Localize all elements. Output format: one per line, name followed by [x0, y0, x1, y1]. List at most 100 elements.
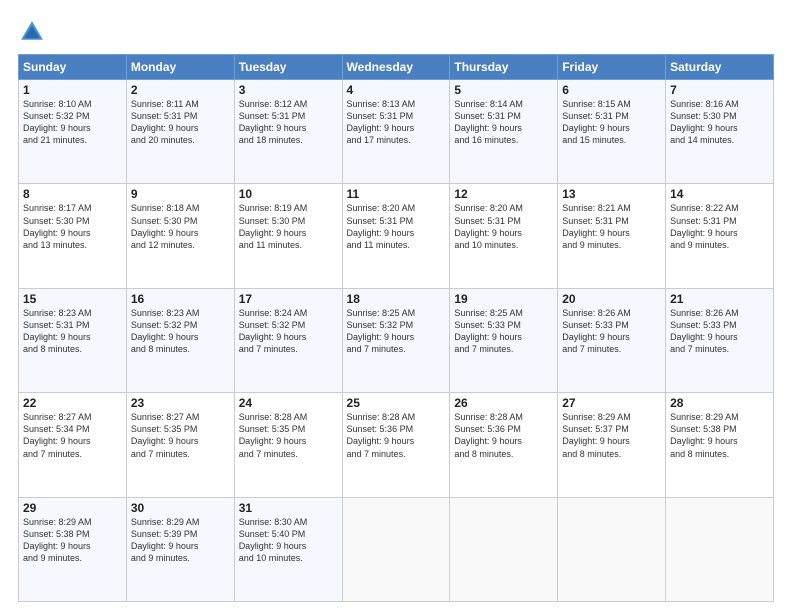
day-number: 2 [131, 83, 230, 97]
day-info: Sunrise: 8:24 AM Sunset: 5:32 PM Dayligh… [239, 307, 338, 356]
day-cell: 29Sunrise: 8:29 AM Sunset: 5:38 PM Dayli… [19, 497, 127, 601]
day-number: 6 [562, 83, 661, 97]
day-number: 3 [239, 83, 338, 97]
day-number: 16 [131, 292, 230, 306]
day-info: Sunrise: 8:23 AM Sunset: 5:32 PM Dayligh… [131, 307, 230, 356]
header [18, 18, 774, 46]
day-info: Sunrise: 8:27 AM Sunset: 5:34 PM Dayligh… [23, 411, 122, 460]
day-cell [666, 497, 774, 601]
day-cell: 11Sunrise: 8:20 AM Sunset: 5:31 PM Dayli… [342, 184, 450, 288]
day-number: 5 [454, 83, 553, 97]
week-row-3: 15Sunrise: 8:23 AM Sunset: 5:31 PM Dayli… [19, 288, 774, 392]
day-info: Sunrise: 8:30 AM Sunset: 5:40 PM Dayligh… [239, 516, 338, 565]
day-info: Sunrise: 8:26 AM Sunset: 5:33 PM Dayligh… [562, 307, 661, 356]
day-cell [450, 497, 558, 601]
week-row-5: 29Sunrise: 8:29 AM Sunset: 5:38 PM Dayli… [19, 497, 774, 601]
day-number: 24 [239, 396, 338, 410]
day-cell: 1Sunrise: 8:10 AM Sunset: 5:32 PM Daylig… [19, 80, 127, 184]
day-number: 20 [562, 292, 661, 306]
day-info: Sunrise: 8:28 AM Sunset: 5:35 PM Dayligh… [239, 411, 338, 460]
day-number: 17 [239, 292, 338, 306]
day-cell: 27Sunrise: 8:29 AM Sunset: 5:37 PM Dayli… [558, 393, 666, 497]
day-number: 31 [239, 501, 338, 515]
day-cell: 14Sunrise: 8:22 AM Sunset: 5:31 PM Dayli… [666, 184, 774, 288]
day-number: 22 [23, 396, 122, 410]
header-row: Sunday Monday Tuesday Wednesday Thursday… [19, 55, 774, 80]
day-info: Sunrise: 8:21 AM Sunset: 5:31 PM Dayligh… [562, 202, 661, 251]
page: Sunday Monday Tuesday Wednesday Thursday… [0, 0, 792, 612]
day-cell: 30Sunrise: 8:29 AM Sunset: 5:39 PM Dayli… [126, 497, 234, 601]
day-cell: 25Sunrise: 8:28 AM Sunset: 5:36 PM Dayli… [342, 393, 450, 497]
day-number: 27 [562, 396, 661, 410]
day-info: Sunrise: 8:13 AM Sunset: 5:31 PM Dayligh… [347, 98, 446, 147]
day-number: 12 [454, 187, 553, 201]
day-number: 11 [347, 187, 446, 201]
col-friday: Friday [558, 55, 666, 80]
day-cell: 17Sunrise: 8:24 AM Sunset: 5:32 PM Dayli… [234, 288, 342, 392]
col-thursday: Thursday [450, 55, 558, 80]
day-info: Sunrise: 8:25 AM Sunset: 5:32 PM Dayligh… [347, 307, 446, 356]
day-info: Sunrise: 8:12 AM Sunset: 5:31 PM Dayligh… [239, 98, 338, 147]
day-cell: 19Sunrise: 8:25 AM Sunset: 5:33 PM Dayli… [450, 288, 558, 392]
week-row-2: 8Sunrise: 8:17 AM Sunset: 5:30 PM Daylig… [19, 184, 774, 288]
col-saturday: Saturday [666, 55, 774, 80]
day-number: 21 [670, 292, 769, 306]
day-number: 29 [23, 501, 122, 515]
day-cell [558, 497, 666, 601]
day-number: 15 [23, 292, 122, 306]
day-number: 7 [670, 83, 769, 97]
day-cell: 3Sunrise: 8:12 AM Sunset: 5:31 PM Daylig… [234, 80, 342, 184]
day-number: 23 [131, 396, 230, 410]
day-number: 14 [670, 187, 769, 201]
day-info: Sunrise: 8:15 AM Sunset: 5:31 PM Dayligh… [562, 98, 661, 147]
day-cell: 9Sunrise: 8:18 AM Sunset: 5:30 PM Daylig… [126, 184, 234, 288]
day-info: Sunrise: 8:10 AM Sunset: 5:32 PM Dayligh… [23, 98, 122, 147]
day-cell: 23Sunrise: 8:27 AM Sunset: 5:35 PM Dayli… [126, 393, 234, 497]
day-cell: 2Sunrise: 8:11 AM Sunset: 5:31 PM Daylig… [126, 80, 234, 184]
week-row-1: 1Sunrise: 8:10 AM Sunset: 5:32 PM Daylig… [19, 80, 774, 184]
day-number: 18 [347, 292, 446, 306]
day-cell: 13Sunrise: 8:21 AM Sunset: 5:31 PM Dayli… [558, 184, 666, 288]
day-info: Sunrise: 8:17 AM Sunset: 5:30 PM Dayligh… [23, 202, 122, 251]
day-number: 26 [454, 396, 553, 410]
day-cell: 24Sunrise: 8:28 AM Sunset: 5:35 PM Dayli… [234, 393, 342, 497]
day-cell: 12Sunrise: 8:20 AM Sunset: 5:31 PM Dayli… [450, 184, 558, 288]
day-cell: 18Sunrise: 8:25 AM Sunset: 5:32 PM Dayli… [342, 288, 450, 392]
day-info: Sunrise: 8:20 AM Sunset: 5:31 PM Dayligh… [454, 202, 553, 251]
day-info: Sunrise: 8:29 AM Sunset: 5:39 PM Dayligh… [131, 516, 230, 565]
day-number: 10 [239, 187, 338, 201]
day-number: 25 [347, 396, 446, 410]
day-cell: 6Sunrise: 8:15 AM Sunset: 5:31 PM Daylig… [558, 80, 666, 184]
day-info: Sunrise: 8:11 AM Sunset: 5:31 PM Dayligh… [131, 98, 230, 147]
day-info: Sunrise: 8:14 AM Sunset: 5:31 PM Dayligh… [454, 98, 553, 147]
day-info: Sunrise: 8:29 AM Sunset: 5:38 PM Dayligh… [23, 516, 122, 565]
col-wednesday: Wednesday [342, 55, 450, 80]
day-info: Sunrise: 8:26 AM Sunset: 5:33 PM Dayligh… [670, 307, 769, 356]
logo-icon [18, 18, 46, 46]
day-cell: 20Sunrise: 8:26 AM Sunset: 5:33 PM Dayli… [558, 288, 666, 392]
day-info: Sunrise: 8:25 AM Sunset: 5:33 PM Dayligh… [454, 307, 553, 356]
day-cell: 22Sunrise: 8:27 AM Sunset: 5:34 PM Dayli… [19, 393, 127, 497]
day-cell: 15Sunrise: 8:23 AM Sunset: 5:31 PM Dayli… [19, 288, 127, 392]
day-cell: 5Sunrise: 8:14 AM Sunset: 5:31 PM Daylig… [450, 80, 558, 184]
day-cell: 8Sunrise: 8:17 AM Sunset: 5:30 PM Daylig… [19, 184, 127, 288]
day-info: Sunrise: 8:23 AM Sunset: 5:31 PM Dayligh… [23, 307, 122, 356]
day-number: 19 [454, 292, 553, 306]
col-monday: Monday [126, 55, 234, 80]
day-info: Sunrise: 8:16 AM Sunset: 5:30 PM Dayligh… [670, 98, 769, 147]
day-info: Sunrise: 8:29 AM Sunset: 5:38 PM Dayligh… [670, 411, 769, 460]
day-number: 4 [347, 83, 446, 97]
day-cell: 10Sunrise: 8:19 AM Sunset: 5:30 PM Dayli… [234, 184, 342, 288]
day-number: 28 [670, 396, 769, 410]
day-info: Sunrise: 8:19 AM Sunset: 5:30 PM Dayligh… [239, 202, 338, 251]
day-number: 9 [131, 187, 230, 201]
day-info: Sunrise: 8:22 AM Sunset: 5:31 PM Dayligh… [670, 202, 769, 251]
day-info: Sunrise: 8:18 AM Sunset: 5:30 PM Dayligh… [131, 202, 230, 251]
day-number: 30 [131, 501, 230, 515]
day-cell: 26Sunrise: 8:28 AM Sunset: 5:36 PM Dayli… [450, 393, 558, 497]
day-cell [342, 497, 450, 601]
day-cell: 16Sunrise: 8:23 AM Sunset: 5:32 PM Dayli… [126, 288, 234, 392]
day-info: Sunrise: 8:20 AM Sunset: 5:31 PM Dayligh… [347, 202, 446, 251]
day-cell: 21Sunrise: 8:26 AM Sunset: 5:33 PM Dayli… [666, 288, 774, 392]
day-number: 8 [23, 187, 122, 201]
